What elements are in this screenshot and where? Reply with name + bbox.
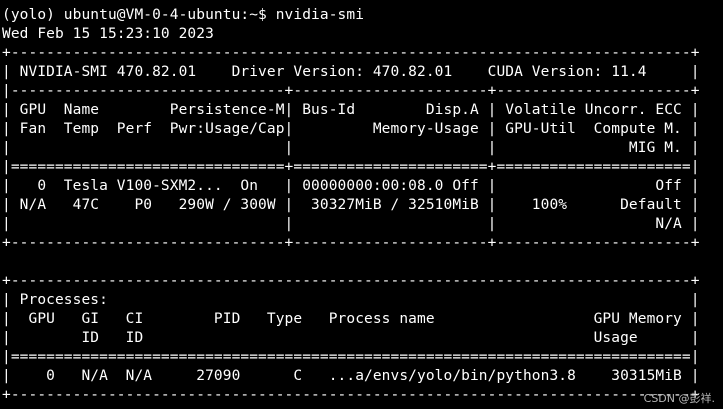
gpu-header-separator: |===============================+=======…: [2, 159, 700, 175]
gpu-header-row-1: | GPU Name Persistence-M| Bus-Id Disp.A …: [2, 102, 700, 118]
table-border-bottom: +-------------------------------+-------…: [2, 235, 700, 251]
gpu-header-row-2: | Fan Temp Perf Pwr:Usage/Cap| Memory-Us…: [2, 121, 700, 137]
processes-header-row-2: | ID ID Usage |: [2, 330, 700, 346]
gpu-row-2: | N/A 47C P0 290W / 300W | 30327MiB / 32…: [2, 197, 700, 213]
processes-border-bottom: +---------------------------------------…: [2, 387, 700, 403]
table-border-top: +---------------------------------------…: [2, 45, 700, 61]
processes-title: | Processes: |: [2, 292, 700, 308]
processes-header-separator: |=======================================…: [2, 349, 700, 365]
timestamp-line: Wed Feb 15 15:23:10 2023: [2, 26, 214, 42]
csdn-watermark: CSDN @彭祥.: [643, 392, 715, 405]
gpu-row-1: | 0 Tesla V100-SXM2... On | 00000000:00:…: [2, 178, 700, 194]
command-prompt-line: (yolo) ubuntu@VM-0-4-ubuntu:~$ nvidia-sm…: [2, 7, 365, 23]
terminal-output[interactable]: (yolo) ubuntu@VM-0-4-ubuntu:~$ nvidia-sm…: [0, 6, 723, 409]
process-row: | 0 N/A N/A 27090 C ...a/envs/yolo/bin/p…: [2, 368, 700, 384]
processes-header-row-1: | GPU GI CI PID Type Process name GPU Me…: [2, 311, 700, 327]
gpu-row-3: | | | N/A |: [2, 216, 700, 232]
processes-border-top: +---------------------------------------…: [2, 273, 700, 289]
version-info-line: | NVIDIA-SMI 470.82.01 Driver Version: 4…: [2, 64, 700, 80]
gpu-header-row-3: | | | MIG M. |: [2, 140, 700, 156]
table-divider: |-------------------------------+-------…: [2, 83, 700, 99]
